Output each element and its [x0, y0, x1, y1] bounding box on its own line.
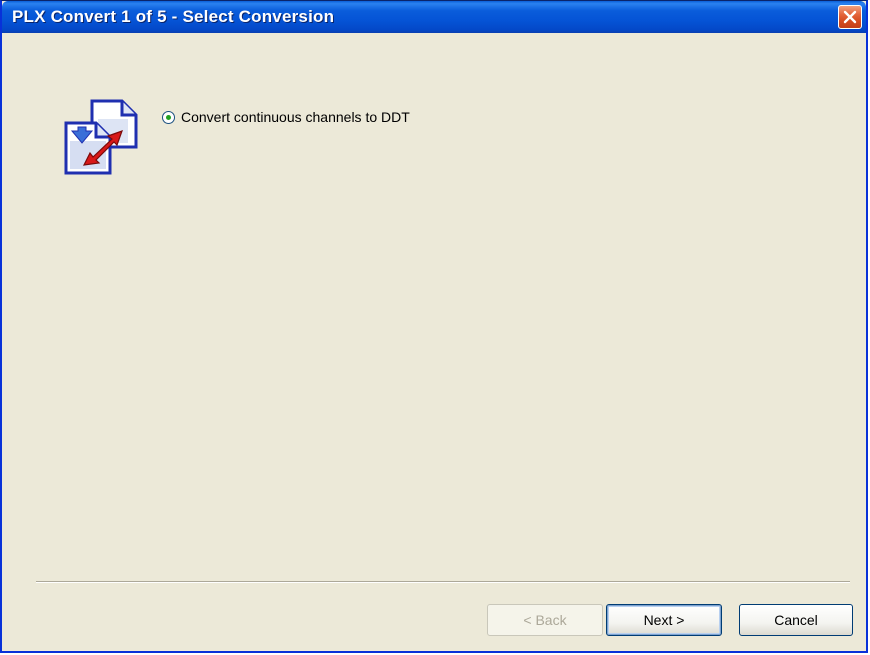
close-button[interactable]: [838, 5, 862, 29]
conversion-option[interactable]: Convert continuous channels to DDT: [162, 107, 410, 127]
radio-dot-icon: [166, 114, 171, 120]
cancel-button[interactable]: Cancel: [739, 604, 853, 636]
window-title: PLX Convert 1 of 5 - Select Conversion: [12, 7, 335, 26]
dialog-window: PLX Convert 1 of 5 - Select Conversion C…: [0, 0, 868, 653]
separator: [36, 581, 850, 583]
title-bar[interactable]: PLX Convert 1 of 5 - Select Conversion: [2, 1, 866, 33]
convert-documents-icon: [64, 99, 138, 175]
radio-button-selected[interactable]: [162, 110, 175, 124]
next-button[interactable]: Next >: [606, 604, 722, 636]
option-label: Convert continuous channels to DDT: [181, 109, 410, 125]
close-icon: [843, 10, 857, 24]
back-button[interactable]: < Back: [487, 604, 603, 636]
